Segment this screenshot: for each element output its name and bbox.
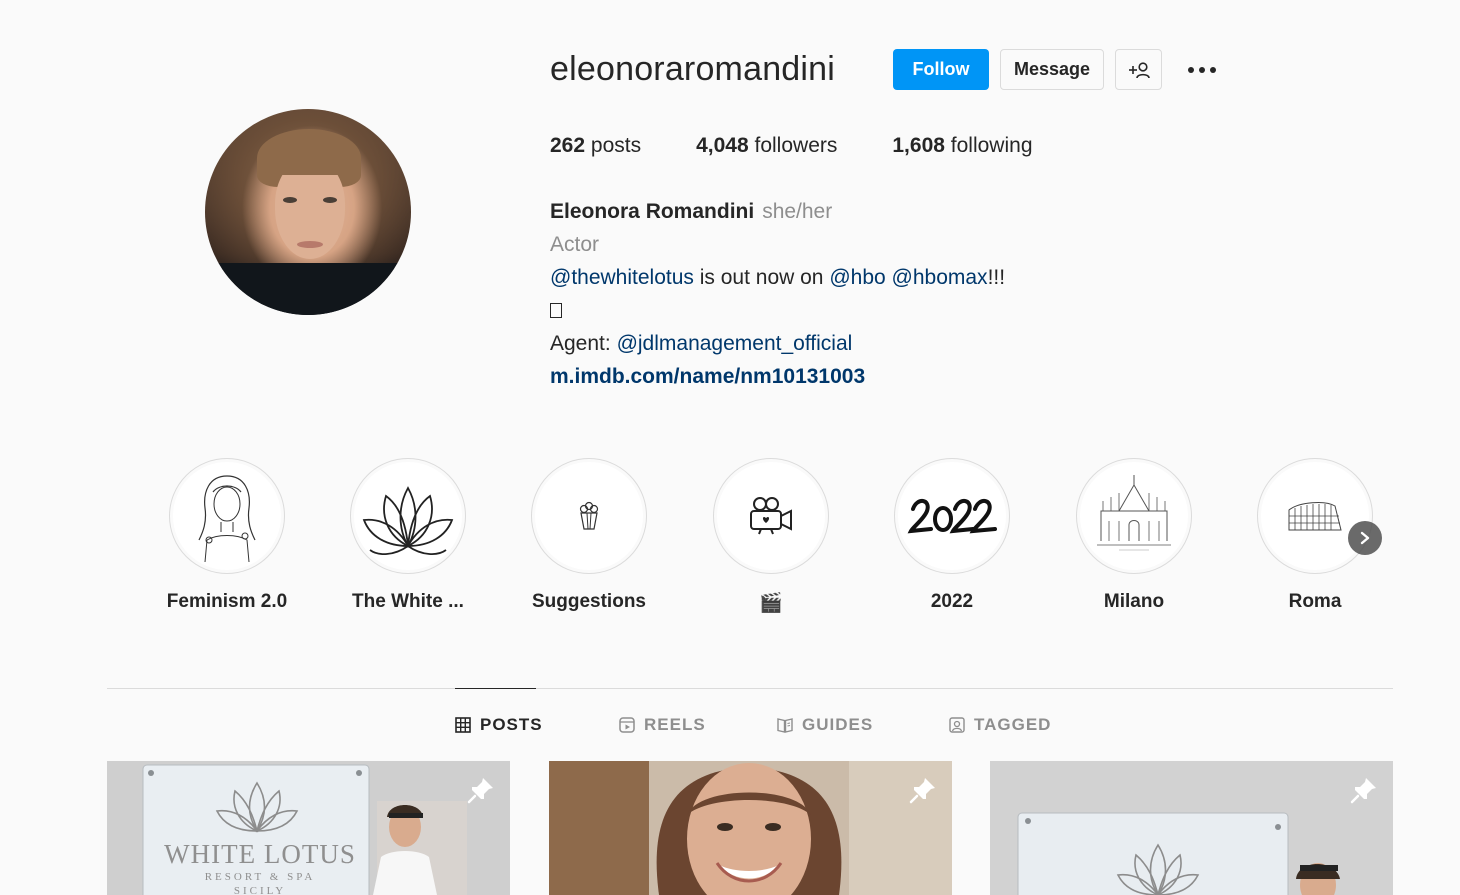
- popcorn-icon: [579, 501, 599, 530]
- profile-avatar[interactable]: [205, 109, 411, 315]
- lotus-flower-icon: [362, 486, 454, 555]
- highlight-item[interactable]: Milano: [1064, 458, 1204, 613]
- posts-label: posts: [590, 134, 642, 157]
- bio-text: !!!: [987, 266, 1006, 289]
- highlights-next-button[interactable]: [1348, 521, 1382, 555]
- pin-icon: [909, 778, 935, 804]
- highlight-label: 2022: [930, 591, 974, 612]
- avatar-lips: [297, 241, 323, 248]
- mention-link[interactable]: @hbo: [829, 266, 885, 289]
- profile-bio: Eleonora Romandini she/her Actor @thewhit…: [550, 195, 1005, 393]
- mention-link[interactable]: @jdlmanagement_official: [617, 332, 853, 355]
- following-label: following: [950, 134, 1033, 157]
- more-options-button[interactable]: [1180, 49, 1224, 90]
- tab-reels[interactable]: REELS: [619, 715, 706, 735]
- tagged-icon: [949, 717, 965, 733]
- bio-agent-line: Agent: @jdlmanagement_official: [550, 327, 1005, 360]
- story-highlights: Feminism 2.0 The White ... Suggestions 🎬…: [0, 458, 1460, 618]
- year-2022-lettering: [907, 499, 997, 534]
- highlight-label: The White ...: [352, 591, 464, 612]
- post-thumbnail[interactable]: WHITE LOTUS RESORT & SPA SICILY: [107, 761, 510, 895]
- tab-label: TAGGED: [974, 715, 1052, 734]
- highlight-item[interactable]: Suggestions: [519, 458, 659, 613]
- tab-label: REELS: [644, 715, 706, 734]
- bio-emoji-line: [550, 294, 1005, 327]
- chevron-right-icon: [1360, 531, 1370, 545]
- bio-text: is out now on: [693, 266, 830, 289]
- message-button[interactable]: Message: [1000, 49, 1104, 90]
- profile-username: eleonoraromandini: [550, 50, 836, 88]
- website-link[interactable]: m.imdb.com/name/nm10131003: [550, 360, 1005, 393]
- guides-icon: [777, 718, 793, 733]
- tab-guides[interactable]: GUIDES: [777, 715, 873, 735]
- highlight-label: 🎬: [759, 593, 783, 614]
- pronouns: she/her: [762, 200, 833, 223]
- tab-posts[interactable]: POSTS: [455, 715, 543, 735]
- suggested-accounts-button[interactable]: [1115, 49, 1162, 90]
- grid-icon: [455, 717, 471, 733]
- follow-button[interactable]: Follow: [893, 49, 989, 90]
- highlight-item[interactable]: Feminism 2.0: [157, 458, 297, 613]
- profile-tabs: POSTS REELS GUIDES TAGGED: [0, 715, 1460, 739]
- movie-camera-icon: [750, 497, 792, 535]
- highlight-item[interactable]: 🎬: [701, 458, 841, 615]
- highlight-label: Roma: [1288, 591, 1342, 612]
- tab-label: GUIDES: [802, 715, 874, 734]
- post-image: [549, 761, 952, 895]
- followers-count: 4,048: [696, 134, 749, 157]
- pin-icon: [1350, 778, 1376, 804]
- following-stat[interactable]: 1,608 following: [892, 134, 1032, 158]
- tab-label: POSTS: [480, 715, 543, 734]
- highlight-label: Suggestions: [531, 591, 646, 612]
- avatar-eye-right: [323, 197, 337, 203]
- active-tab-indicator: [455, 688, 536, 689]
- bio-name-line: Eleonora Romandini she/her: [550, 195, 1005, 228]
- avatar-turtleneck: [205, 263, 411, 315]
- profile-category: Actor: [550, 233, 600, 256]
- post-thumbnail[interactable]: [549, 761, 952, 895]
- followers-label: followers: [754, 134, 838, 157]
- highlight-label: Feminism 2.0: [166, 591, 288, 612]
- avatar-fringe: [265, 135, 357, 175]
- reels-icon: [619, 717, 635, 733]
- sign-title: WHITE LOTUS: [164, 839, 356, 869]
- post-image: [990, 761, 1393, 895]
- highlight-item[interactable]: The White ...: [338, 458, 478, 613]
- milan-cathedral-icon: [1097, 475, 1171, 551]
- add-person-icon: [1128, 61, 1150, 78]
- woman-line-art-icon: [198, 475, 256, 563]
- agent-label: Agent:: [550, 332, 617, 355]
- missing-glyph-icon: [550, 303, 562, 318]
- tabs-divider: [107, 688, 1393, 689]
- mention-link[interactable]: @hbomax: [892, 266, 988, 289]
- post-thumbnail[interactable]: [990, 761, 1393, 895]
- bio-line: @thewhitelotus is out now on @hbo @hboma…: [550, 261, 1005, 294]
- highlight-item[interactable]: 2022: [882, 458, 1022, 613]
- posts-count: 262: [550, 134, 586, 157]
- profile-stats: 262 posts 4,048 followers 1,608 followin…: [550, 134, 1088, 158]
- highlight-label: Milano: [1103, 591, 1165, 612]
- pin-icon: [467, 778, 493, 804]
- sign-location: SICILY: [233, 885, 287, 895]
- avatar-eye-left: [283, 197, 297, 203]
- sign-subtitle: RESORT & SPA: [204, 871, 316, 883]
- followers-stat[interactable]: 4,048 followers: [696, 134, 837, 158]
- posts-stat: 262 posts: [550, 134, 641, 158]
- mention-link[interactable]: @thewhitelotus: [550, 266, 694, 289]
- colosseum-icon: [1288, 502, 1342, 531]
- tab-tagged[interactable]: TAGGED: [949, 715, 1051, 735]
- more-options-icon: [1188, 66, 1216, 73]
- full-name: Eleonora Romandini: [550, 200, 755, 223]
- following-count: 1,608: [892, 134, 945, 157]
